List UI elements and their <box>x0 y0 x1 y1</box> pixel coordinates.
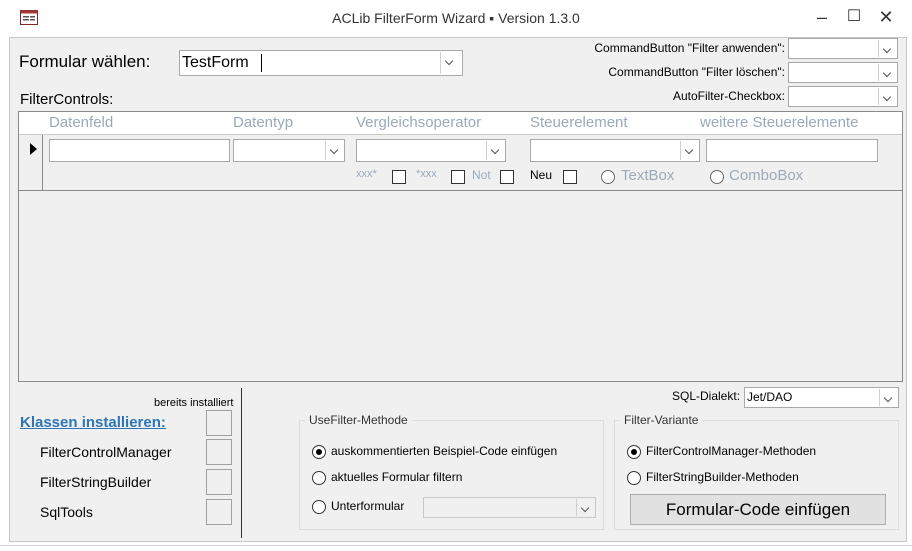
usefilter-legend: UseFilter-Methode <box>305 413 412 427</box>
chevron-down-icon[interactable] <box>486 141 504 160</box>
variante-legend: Filter-Variante <box>620 413 703 427</box>
usefilter-option-aktuell: aktuelles Formular filtern <box>331 470 463 484</box>
sql-dialect-label: SQL-Dialekt: <box>672 389 741 403</box>
neu-checkbox[interactable] <box>563 170 577 184</box>
classes-divider <box>241 388 242 538</box>
steuerelement-combo[interactable] <box>530 139 700 162</box>
chevron-down-icon[interactable] <box>440 52 461 74</box>
subform-empty-area <box>19 191 902 381</box>
textbox-option-label: TextBox <box>621 167 675 184</box>
like-left-checkbox[interactable] <box>392 170 406 184</box>
usefilter-radio-beispiel[interactable] <box>312 445 326 459</box>
filterstringbuilder-checkbox[interactable] <box>206 469 232 495</box>
header-datenfeld: Datenfeld <box>49 114 114 131</box>
usefilter-radio-aktuell[interactable] <box>312 471 326 485</box>
chevron-down-icon[interactable] <box>878 64 896 81</box>
variante-radio-fsb[interactable] <box>627 471 641 485</box>
chevron-down-icon[interactable] <box>325 141 343 160</box>
maximize-icon[interactable]: ☐ <box>838 4 870 30</box>
insert-code-button[interactable]: Formular-Code einfügen <box>630 494 886 525</box>
form-select-label: Formular wählen: <box>19 52 151 71</box>
form-select-value: TestForm <box>182 54 249 71</box>
installed-header: bereits installiert <box>154 397 234 409</box>
clear-button-combo[interactable] <box>788 62 898 83</box>
chevron-down-icon[interactable] <box>878 40 896 57</box>
chevron-down-icon[interactable] <box>680 141 698 160</box>
vergleichsoperator-combo[interactable] <box>356 139 506 162</box>
usefilter-option-beispiel: auskommentierten Beispiel-Code einfügen <box>331 444 558 458</box>
usefilter-option-unterformular: Unterformular <box>331 499 405 513</box>
like-right-checkbox[interactable] <box>451 170 465 184</box>
textbox-radio[interactable] <box>601 170 615 184</box>
record-selector[interactable] <box>19 135 43 190</box>
chevron-down-icon[interactable] <box>576 499 594 516</box>
sql-dialect-combo[interactable]: Jet/DAO <box>744 387 899 408</box>
apply-button-combo[interactable] <box>788 38 898 59</box>
record-pointer-icon <box>30 143 37 155</box>
header-vergleichsoperator: Vergleichsoperator <box>356 114 482 131</box>
sqltools-checkbox[interactable] <box>206 499 232 525</box>
window-bottom-border <box>0 545 912 551</box>
like-right-label: *xxx <box>416 168 437 180</box>
variante-radio-fcm[interactable] <box>627 445 641 459</box>
sql-dialect-value: Jet/DAO <box>747 390 793 404</box>
weitere-field[interactable] <box>706 139 878 162</box>
autofilter-combo[interactable] <box>788 86 898 107</box>
form-select-combo[interactable]: TestForm <box>179 50 463 76</box>
clear-button-label: CommandButton "Filter löschen": <box>608 65 785 79</box>
text-cursor <box>261 54 262 72</box>
usefilter-radio-unterformular[interactable] <box>312 500 326 514</box>
variante-option-fsb: FilterStringBuilder-Methoden <box>646 470 799 484</box>
unterformular-combo[interactable] <box>423 497 596 518</box>
apply-button-label: CommandButton "Filter anwenden": <box>594 41 785 55</box>
filtercontrols-subform[interactable]: Datenfeld Datentyp Vergleichsoperator St… <box>18 111 903 382</box>
not-label: Not <box>472 168 491 182</box>
neu-label: Neu <box>530 168 553 182</box>
window-title: ACLib FilterForm Wizard ▪ Version 1.3.0 <box>332 10 580 26</box>
datenfeld-field[interactable] <box>49 139 230 162</box>
install-classes-link[interactable]: Klassen installieren: <box>20 414 166 431</box>
filtercontrols-label: FilterControls: <box>20 91 114 108</box>
close-icon[interactable]: ✕ <box>870 4 902 30</box>
filtercontrolmanager-checkbox[interactable] <box>206 439 232 465</box>
header-weitere: weitere Steuerelemente <box>700 114 859 131</box>
like-left-label: xxx* <box>356 168 377 180</box>
variante-option-fcm: FilterControlManager-Methoden <box>646 444 817 458</box>
not-checkbox[interactable] <box>500 170 514 184</box>
combobox-option-label: ComboBox <box>729 167 804 184</box>
class-item-filterstringbuilder: FilterStringBuilder <box>40 474 152 490</box>
header-steuerelement: Steuerelement <box>530 114 628 131</box>
class-item-filtercontrolmanager: FilterControlManager <box>40 444 172 460</box>
minimize-icon[interactable]: – <box>806 4 838 30</box>
datentyp-combo[interactable] <box>233 139 345 162</box>
autofilter-label: AutoFilter-Checkbox: <box>672 89 785 103</box>
chevron-down-icon[interactable] <box>878 88 896 105</box>
class-item-sqltools: SqlTools <box>40 504 93 520</box>
installed-indicator <box>206 410 232 436</box>
combobox-radio[interactable] <box>710 170 724 184</box>
header-datentyp: Datentyp <box>233 114 294 131</box>
chevron-down-icon[interactable] <box>879 389 897 406</box>
